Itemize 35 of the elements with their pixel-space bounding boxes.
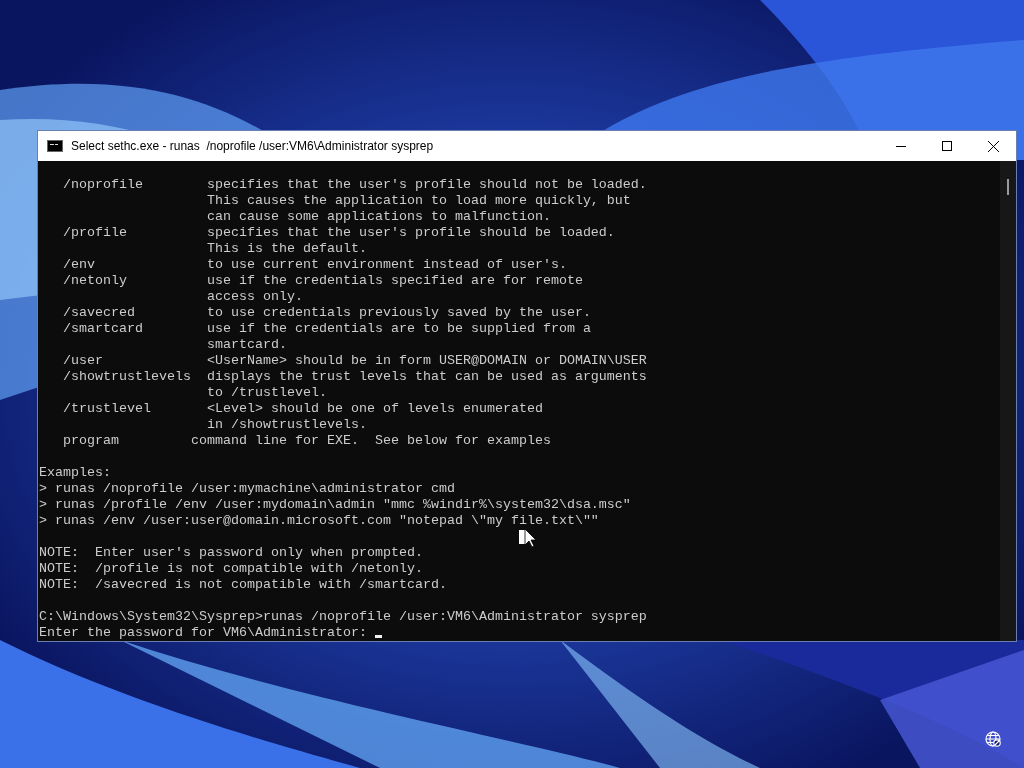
console-line: to /trustlevel. <box>205 385 328 401</box>
console-icon <box>47 140 63 152</box>
console-line: /env to use current environment instead of user's. <box>62 257 568 273</box>
console-line: smartcard. <box>205 337 288 353</box>
scrollbar[interactable] <box>1000 161 1016 641</box>
maximize-icon <box>942 141 952 151</box>
console-line: > runas /profile /env /user:mydomain\admin "mmc %windir%\system32\dsa.msc" <box>39 497 632 513</box>
console-line: NOTE: Enter user's password only when prompted. <box>39 545 424 561</box>
console-line: /savecred to use credentials previously saved by the user. <box>62 305 592 321</box>
console-line: NOTE: /profile is not compatible with /netonly. <box>39 561 424 577</box>
text-cursor <box>374 635 382 638</box>
console-line: /user <UserName> should be in form USER@DOMAIN or DOMAIN\USER <box>62 353 648 369</box>
console-line: program command line for EXE. See below for examples <box>62 433 552 449</box>
console-line: This causes the application to load more quickly, but <box>205 193 632 209</box>
console-line: Examples: <box>39 465 112 481</box>
close-icon <box>987 140 999 152</box>
password-prompt: Enter the password for VM6\Administrator: <box>39 625 367 640</box>
window-title: Select sethc.exe - runas /noprofile /user:VM6\Administrator sysprep <box>71 139 435 153</box>
minimize-icon <box>896 145 906 147</box>
console-line: can cause some applications to malfunction. <box>205 209 552 225</box>
console-line: /noprofile specifies that the user's profile should not be loaded. <box>62 177 648 193</box>
console-line: /smartcard use if the credentials are to be supplied from a <box>62 321 592 337</box>
console-line: /netonly use if the credentials specified are for remote <box>62 273 584 289</box>
console-line: > runas /noprofile /user:mymachine\administrator cmd <box>39 481 456 497</box>
scroll-thumb[interactable] <box>1007 179 1009 195</box>
console-line: > runas /env /user:user@domain.microsoft.com "notepad \"my file.txt\"" <box>39 513 600 529</box>
console-line: This is the default. <box>205 241 368 257</box>
console-line: NOTE: /savecred is not compatible with /smartcard. <box>39 577 448 593</box>
console-line: /trustlevel <Level> should be one of levels enumerated <box>62 401 544 417</box>
console-line: /profile specifies that the user's profile should be loaded. <box>62 225 616 241</box>
console-line: C:\Windows\System32\Sysprep>runas /noprofile /user:VM6\Administrator sysprep <box>39 609 648 625</box>
console-line: access only. <box>205 289 304 305</box>
console-line: in /showtrustlevels. <box>205 417 368 433</box>
globe-icon[interactable] <box>985 731 1001 747</box>
console-line: /showtrustlevels displays the trust levels that can be used as arguments <box>62 369 648 385</box>
